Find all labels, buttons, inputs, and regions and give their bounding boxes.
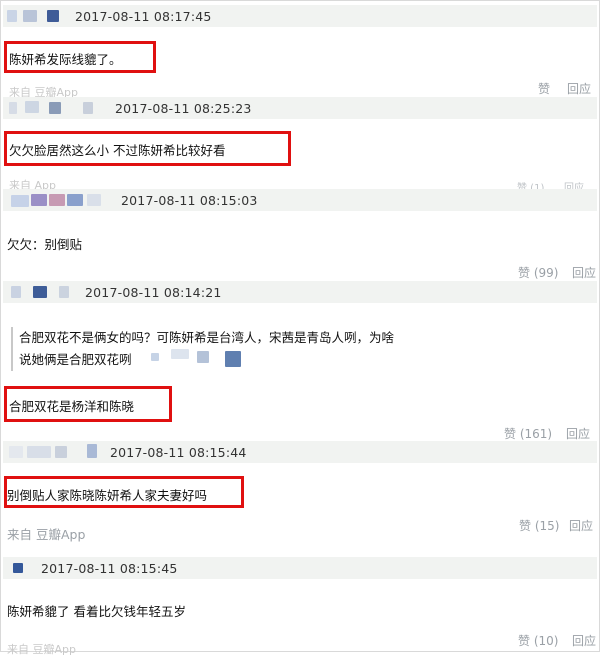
comment-timestamp: 2017-08-11 08:14:21: [85, 284, 222, 300]
username-blurred: [87, 194, 101, 206]
comment-header: 2017-08-11 08:14:21: [3, 281, 597, 303]
reply-button[interactable]: 回应: [566, 425, 590, 442]
like-button[interactable]: 赞 (161): [504, 425, 552, 442]
comment-header: 2017-08-11 08:15:45: [3, 557, 597, 579]
reply-button[interactable]: 回应: [572, 632, 596, 649]
comment-source: 来自 豆瓣App: [7, 527, 86, 542]
comment-timestamp: 2017-08-11 08:15:03: [121, 192, 258, 208]
quoted-text-line: 说她俩是合肥双花咧: [19, 352, 132, 367]
blurred-image: [171, 349, 189, 359]
comment-text: 欠欠：别倒贴: [7, 237, 83, 252]
comment-timestamp: 2017-08-11 08:15:44: [110, 444, 247, 460]
like-button[interactable]: 赞: [538, 80, 550, 97]
comment-timestamp: 2017-08-11 08:15:45: [41, 560, 178, 576]
comment-text: 陈妍希貔了 看着比欠钱年轻五岁: [7, 604, 186, 619]
comment-header: 2017-08-11 08:25:23: [3, 97, 597, 119]
username-blurred: [59, 286, 69, 298]
comment-text: 陈妍希发际线貔了。: [9, 52, 122, 67]
comment-header: 2017-08-11 08:17:45: [3, 5, 597, 27]
like-button[interactable]: 赞 (10): [518, 632, 558, 649]
blurred-image: [225, 351, 241, 367]
comment-text: 欠欠脸居然这么小 不过陈妍希比较好看: [9, 143, 226, 158]
username-blurred: [49, 194, 65, 206]
avatar[interactable]: [11, 286, 21, 298]
avatar: [47, 10, 59, 22]
like-button[interactable]: 赞 (15): [519, 517, 559, 534]
username-blurred[interactable]: [31, 194, 47, 206]
comment-list: 2017-08-11 08:17:45 陈妍希发际线貔了。 来自 豆瓣App 赞…: [0, 0, 600, 656]
avatar[interactable]: [7, 10, 17, 22]
quoted-comment: 合肥双花不是俩女的吗？可陈妍希是台湾人，宋茜是青岛人咧，为啥 说她俩是合肥双花咧: [11, 327, 489, 371]
reply-button[interactable]: 回应: [569, 517, 593, 534]
comment-header: 2017-08-11 08:15:03: [3, 189, 597, 211]
avatar[interactable]: [9, 446, 23, 458]
username-blurred: [67, 194, 83, 206]
blurred-image: [197, 351, 209, 363]
comment-timestamp: 2017-08-11 08:17:45: [75, 8, 212, 24]
reply-button[interactable]: 回应: [567, 80, 591, 97]
username-blurred: [83, 102, 93, 114]
avatar[interactable]: [9, 102, 17, 114]
username-blurred: [87, 444, 97, 458]
comment-source: 来自 豆瓣App: [7, 643, 76, 656]
blurred-image: [151, 353, 159, 361]
username-blurred[interactable]: [33, 286, 47, 298]
username-blurred: [49, 102, 61, 114]
avatar[interactable]: [11, 195, 29, 207]
comment-text: 合肥双花是杨洋和陈晓: [9, 399, 135, 414]
comment-header: 2017-08-11 08:15:44: [3, 441, 597, 463]
username-blurred[interactable]: [23, 10, 37, 22]
reply-button[interactable]: 回应: [572, 264, 596, 281]
like-button[interactable]: 赞 (99): [518, 264, 558, 281]
comment-text: 别倒贴人家陈晓陈妍希人家夫妻好吗: [7, 488, 208, 503]
avatar[interactable]: [13, 563, 23, 573]
username-blurred[interactable]: [25, 101, 39, 113]
username-blurred: [55, 446, 67, 458]
username-blurred[interactable]: [27, 446, 51, 458]
quoted-text-line: 合肥双花不是俩女的吗？可陈妍希是台湾人，宋茜是青岛人咧，为啥: [19, 330, 395, 345]
comment-timestamp: 2017-08-11 08:25:23: [115, 100, 252, 116]
